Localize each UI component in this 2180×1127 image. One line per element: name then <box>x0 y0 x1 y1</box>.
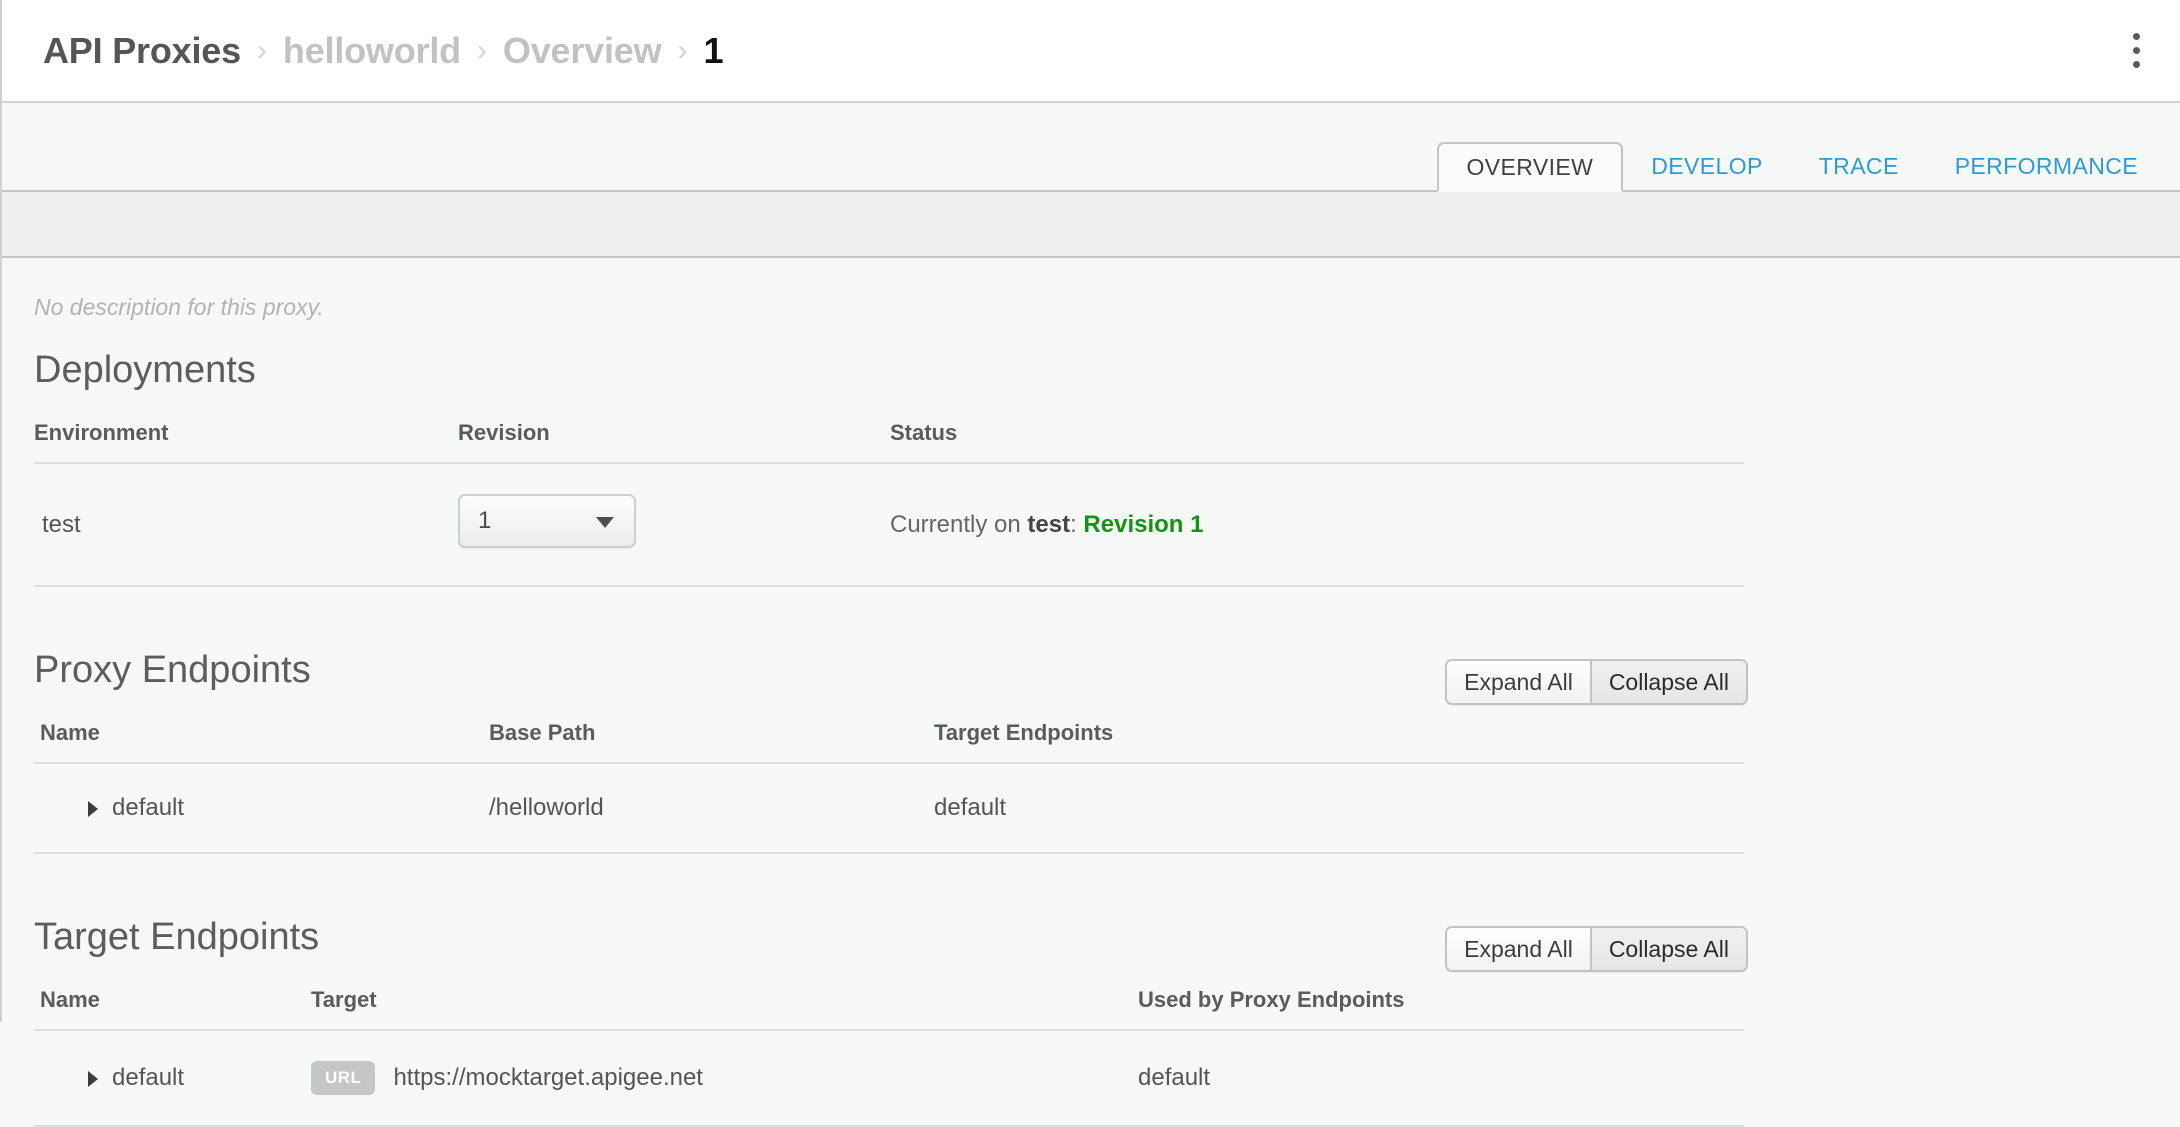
cell-revision: 1 <box>458 463 890 586</box>
target-endpoint-name: default <box>112 1064 184 1091</box>
column-header-name: Name <box>34 987 311 1030</box>
kebab-menu-icon[interactable] <box>2118 28 2154 74</box>
table-header-row: Name Base Path Target Endpoints <box>34 720 1744 763</box>
cell-name[interactable]: default <box>34 763 489 853</box>
tab-performance[interactable]: PERFORMANCE <box>1927 142 2166 190</box>
column-header-base-path: Base Path <box>489 720 934 763</box>
expand-triangle-icon[interactable] <box>88 1071 98 1087</box>
collapse-all-button[interactable]: Collapse All <box>1590 928 1746 970</box>
breadcrumb-item-overview[interactable]: Overview <box>503 30 662 72</box>
column-header-target-endpoints: Target Endpoints <box>934 720 1744 763</box>
column-header-status: Status <box>890 420 1744 463</box>
table-row: test 1 Currently on test: Revision 1 <box>34 463 1744 586</box>
tab-overview[interactable]: OVERVIEW <box>1437 142 1624 192</box>
column-header-name: Name <box>34 720 489 763</box>
status-environment: test <box>1027 511 1070 538</box>
cell-target: URL https://mocktarget.apigee.net <box>311 1030 1138 1126</box>
revision-select-value: 1 <box>478 496 491 546</box>
target-url: https://mocktarget.apigee.net <box>393 1064 703 1091</box>
column-header-used-by-proxy-endpoints: Used by Proxy Endpoints <box>1138 987 1744 1030</box>
deployments-title: Deployments <box>34 349 2148 392</box>
chevron-down-icon <box>596 517 614 528</box>
revision-select[interactable]: 1 <box>458 494 636 548</box>
cell-used-by: default <box>1138 1030 1744 1126</box>
tab-develop[interactable]: DEVELOP <box>1623 142 1790 190</box>
breadcrumb-separator-icon: › <box>677 36 687 66</box>
breadcrumb-item-helloworld[interactable]: helloworld <box>283 30 461 72</box>
cell-name[interactable]: default <box>34 1030 311 1126</box>
column-header-target: Target <box>311 987 1138 1030</box>
main-content: No description for this proxy. Deploymen… <box>2 258 2180 1127</box>
proxy-endpoints-title: Proxy Endpoints <box>34 649 2148 692</box>
proxy-description: No description for this proxy. <box>2 258 2180 321</box>
column-header-environment: Environment <box>34 420 458 463</box>
collapse-all-button[interactable]: Collapse All <box>1590 661 1746 703</box>
header-bar: API Proxies › helloworld › Overview › 1 <box>2 0 2180 103</box>
cell-status: Currently on test: Revision 1 <box>890 463 1744 586</box>
table-row: default URL https://mocktarget.apigee.net… <box>34 1030 1744 1126</box>
proxy-endpoint-name: default <box>112 794 184 821</box>
kebab-dot <box>2133 47 2140 54</box>
cell-environment: test <box>34 463 458 586</box>
tab-list: OVERVIEW DEVELOP TRACE PERFORMANCE <box>1437 103 2180 192</box>
table-header-row: Environment Revision Status <box>34 420 1744 463</box>
proxy-endpoints-table: Name Base Path Target Endpoints default … <box>34 720 1744 854</box>
breadcrumb-item-api-proxies[interactable]: API Proxies <box>43 30 241 72</box>
secondary-toolbar <box>2 192 2180 258</box>
app-root: API Proxies › helloworld › Overview › 1 … <box>0 0 2180 1022</box>
table-row: default /helloworld default <box>34 763 1744 853</box>
breadcrumb-separator-icon: › <box>257 36 267 66</box>
url-badge: URL <box>311 1061 375 1095</box>
column-header-revision: Revision <box>458 420 890 463</box>
target-endpoints-title: Target Endpoints <box>34 916 2148 959</box>
cell-base-path: /helloworld <box>489 763 934 853</box>
expand-all-button[interactable]: Expand All <box>1447 928 1590 970</box>
status-separator: : <box>1070 511 1083 538</box>
breadcrumb-item-revision: 1 <box>703 30 723 72</box>
tab-band: OVERVIEW DEVELOP TRACE PERFORMANCE <box>2 103 2180 192</box>
expand-all-button[interactable]: Expand All <box>1447 661 1590 703</box>
proxy-endpoints-section: Proxy Endpoints Expand All Collapse All … <box>2 649 2180 854</box>
tab-trace[interactable]: TRACE <box>1791 142 1927 190</box>
target-endpoints-table: Name Target Used by Proxy Endpoints defa… <box>34 987 1744 1127</box>
proxy-endpoints-expand-collapse-group: Expand All Collapse All <box>1445 659 1748 705</box>
deployments-table: Environment Revision Status test 1 <box>34 420 1744 587</box>
breadcrumb-separator-icon: › <box>477 36 487 66</box>
status-prefix: Currently on <box>890 511 1027 538</box>
status-revision: Revision 1 <box>1083 511 1203 538</box>
kebab-dot <box>2133 33 2140 40</box>
expand-triangle-icon[interactable] <box>88 801 98 817</box>
cell-target-endpoints: default <box>934 763 1744 853</box>
deployments-section: Deployments Environment Revision Status <box>2 349 2180 587</box>
breadcrumb: API Proxies › helloworld › Overview › 1 <box>2 0 723 101</box>
table-header-row: Name Target Used by Proxy Endpoints <box>34 987 1744 1030</box>
status-badge: Currently on test: Revision 1 <box>890 511 1203 538</box>
target-endpoints-expand-collapse-group: Expand All Collapse All <box>1445 926 1748 972</box>
kebab-dot <box>2133 61 2140 68</box>
